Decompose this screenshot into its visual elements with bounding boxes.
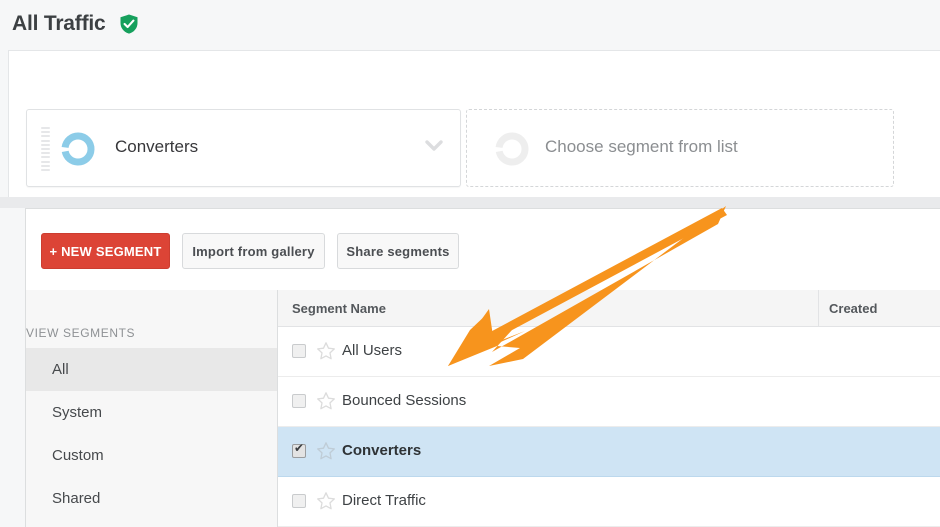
sidebar-item-system[interactable]: System — [26, 391, 277, 434]
sidebar-item-custom[interactable]: Custom — [26, 434, 277, 477]
segment-name-cell: Bounced Sessions — [342, 392, 467, 409]
column-header-segment-name[interactable]: Segment Name — [292, 301, 386, 316]
segment-name-cell: Converters — [342, 442, 422, 459]
row-checkbox[interactable] — [292, 441, 306, 458]
column-header-created[interactable]: Created — [829, 301, 877, 316]
segments-table: Segment Name Created All Users Bounced S… — [278, 290, 940, 527]
row-checkbox[interactable] — [292, 494, 306, 508]
table-row[interactable]: Bounced Sessions — [278, 377, 940, 427]
table-row[interactable]: Direct Traffic — [278, 477, 940, 527]
star-icon[interactable] — [316, 491, 336, 511]
page-title: All Traffic — [12, 12, 106, 35]
donut-chart-icon — [60, 131, 96, 167]
sidebar-item-label: Custom — [52, 447, 104, 464]
import-from-gallery-button[interactable]: Import from gallery — [182, 233, 325, 269]
verified-shield-icon — [118, 13, 140, 35]
segment-chip-empty[interactable]: Choose segment from list — [466, 109, 894, 187]
row-checkbox[interactable] — [292, 394, 306, 408]
segment-chips-panel: Converters Choose segment from list — [8, 50, 940, 197]
segment-name-cell: Direct Traffic — [342, 492, 426, 509]
segment-chip-converters[interactable]: Converters — [26, 109, 461, 187]
sidebar-item-label: System — [52, 404, 103, 421]
share-segments-button[interactable]: Share segments — [337, 233, 459, 269]
panel-divider — [0, 197, 940, 208]
star-icon[interactable] — [316, 391, 336, 411]
table-row[interactable]: All Users — [278, 327, 940, 377]
drag-handle-icon[interactable] — [41, 127, 50, 171]
new-segment-button[interactable]: + NEW SEGMENT — [41, 233, 170, 269]
app-root: All Traffic Converters Choose segment fr… — [0, 0, 940, 527]
sidebar-item-label: All — [52, 361, 69, 378]
page-header: All Traffic — [0, 0, 940, 49]
table-row[interactable]: Converters — [278, 427, 940, 477]
star-icon[interactable] — [316, 441, 336, 461]
segment-name-cell: All Users — [342, 342, 403, 359]
row-checkbox[interactable] — [292, 344, 306, 358]
column-divider — [818, 290, 819, 327]
segment-chip-empty-label: Choose segment from list — [545, 137, 738, 156]
chevron-down-icon[interactable] — [422, 138, 446, 154]
star-icon[interactable] — [316, 341, 336, 361]
sidebar-item-label: Shared — [52, 490, 101, 507]
segment-chip-label: Converters — [115, 137, 199, 156]
sidebar-heading: VIEW SEGMENTS — [26, 326, 136, 340]
table-header-row: Segment Name Created — [278, 290, 940, 327]
donut-placeholder-icon — [494, 131, 530, 167]
sidebar-item-all[interactable]: All — [26, 348, 277, 391]
sidebar-item-shared[interactable]: Shared — [26, 477, 277, 520]
